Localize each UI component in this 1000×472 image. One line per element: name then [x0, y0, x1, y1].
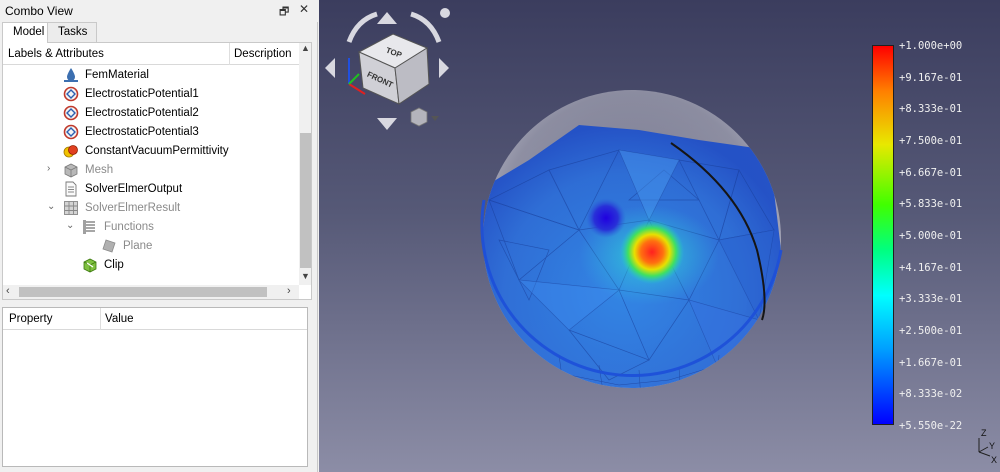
- combo-tabs: Model Tasks: [0, 22, 318, 43]
- permittivity-icon: [63, 145, 78, 158]
- tree-item-electrostatic-potential-1[interactable]: ElectrostaticPotential1: [3, 85, 297, 104]
- collapse-arrow-icon[interactable]: ⌄: [47, 201, 57, 212]
- tree-vertical-scrollbar[interactable]: ▲ ▼: [299, 43, 311, 285]
- tab-tasks[interactable]: Tasks: [47, 22, 97, 42]
- tree-item-label: Clip: [104, 259, 124, 271]
- model-tree: Labels & Attributes Description FemMater…: [2, 42, 312, 300]
- scene: TOP FRONT Z Y X: [325, 8, 997, 465]
- legend-label: +6.667e-01: [899, 166, 963, 179]
- tree-item-label: ElectrostaticPotential2: [85, 107, 199, 119]
- legend-label: +5.000e-01: [899, 230, 963, 242]
- tree-header-description[interactable]: Description: [234, 48, 292, 60]
- tree-header-divider: [229, 43, 230, 65]
- axis-y-label: Y: [989, 441, 995, 451]
- hotspot: [620, 220, 684, 284]
- tree-item-femmaterial[interactable]: FemMaterial: [3, 66, 297, 85]
- scroll-thumb[interactable]: [300, 133, 311, 268]
- rotate-ccw-arc[interactable]: [346, 11, 378, 43]
- tree-item-label: Functions: [104, 221, 154, 233]
- navigation-cube[interactable]: TOP FRONT: [325, 8, 450, 130]
- chevron-down-icon[interactable]: [431, 116, 439, 121]
- combo-view-panel: Combo View 🗗 ✕ Model Tasks Labels & Attr…: [0, 0, 318, 472]
- combo-view-titlebar: Combo View 🗗 ✕: [0, 0, 318, 22]
- close-panel-icon[interactable]: ✕: [299, 2, 309, 16]
- tree-item-label: FemMaterial: [85, 69, 149, 81]
- tree-item-electrostatic-potential-2[interactable]: ElectrostaticPotential2: [3, 104, 297, 123]
- axis-indicator: Z Y X: [978, 428, 997, 465]
- 3d-viewport[interactable]: TOP FRONT Z Y X +1.000e+00 +9.167e-01 +8.3…: [319, 0, 1000, 472]
- legend-label: +9.167e-01: [899, 71, 963, 84]
- legend-label: +1.667e-01: [899, 356, 963, 369]
- arrow-left-icon[interactable]: [325, 58, 335, 78]
- mesh-icon: [64, 163, 78, 178]
- combo-view-title: Combo View: [5, 4, 73, 18]
- scroll-right-icon[interactable]: ›: [287, 285, 291, 297]
- tree-item-functions[interactable]: ⌄ Functions: [3, 218, 297, 237]
- float-panel-icon[interactable]: 🗗: [279, 3, 289, 22]
- tree-item-solver-elmer-output[interactable]: SolverElmerOutput: [3, 180, 297, 199]
- material-icon: [64, 68, 78, 82]
- clip-icon: [83, 258, 97, 273]
- tree-item-electrostatic-potential-3[interactable]: ElectrostaticPotential3: [3, 123, 297, 142]
- electrostatic-potential-icon: [63, 86, 79, 102]
- tree-header-labels[interactable]: Labels & Attributes: [8, 48, 104, 60]
- legend-label: +2.500e-01: [899, 325, 963, 337]
- view-menu-cube-icon[interactable]: [410, 107, 428, 127]
- grid-result-icon: [64, 201, 78, 215]
- legend-label: +7.500e-01: [899, 135, 963, 147]
- axis-z-label: Z: [981, 428, 987, 438]
- tree-item-plane[interactable]: Plane: [3, 237, 297, 256]
- scroll-up-icon[interactable]: ▲: [301, 43, 310, 53]
- tree-item-label: ConstantVacuumPermittivity: [85, 145, 229, 157]
- legend-label: +1.000e+00: [899, 40, 963, 52]
- scroll-down-icon[interactable]: ▼: [301, 271, 310, 281]
- property-editor: Property Value: [2, 307, 308, 467]
- document-icon: [65, 181, 77, 197]
- electrostatic-potential-icon: [63, 124, 79, 140]
- coldspot: [586, 198, 626, 238]
- legend-label: +8.333e-02: [899, 388, 963, 401]
- tree-item-label: ElectrostaticPotential3: [85, 126, 199, 138]
- property-column-header[interactable]: Property: [9, 313, 52, 325]
- legend-label: +3.333e-01: [899, 293, 963, 306]
- legend-label: +8.333e-01: [899, 103, 963, 116]
- tree-item-label: Mesh: [85, 164, 114, 176]
- arrow-up-icon[interactable]: [377, 12, 397, 24]
- view-menu-dot[interactable]: [440, 8, 450, 18]
- collapse-arrow-icon[interactable]: ⌄: [66, 220, 76, 231]
- axis-x-label: X: [991, 455, 997, 465]
- plane-icon: [102, 239, 116, 253]
- rotate-cw-arc[interactable]: [410, 11, 442, 43]
- legend-label: +5.550e-22: [899, 420, 963, 432]
- tree-item-mesh[interactable]: › Mesh: [3, 161, 297, 180]
- legend-label: +5.833e-01: [899, 198, 963, 211]
- arrow-down-icon[interactable]: [377, 118, 397, 130]
- legend-label: +4.167e-01: [899, 261, 963, 274]
- property-header: Property Value: [3, 308, 307, 330]
- value-column-header[interactable]: Value: [105, 313, 134, 325]
- arrow-right-icon[interactable]: [439, 58, 449, 78]
- scroll-left-icon[interactable]: ‹: [6, 285, 10, 297]
- tree-horizontal-scrollbar[interactable]: ‹ ›: [3, 285, 299, 299]
- tree-item-label: Plane: [123, 240, 153, 252]
- tree-item-label: SolverElmerOutput: [85, 183, 183, 195]
- tree-item-constant-vacuum-permittivity[interactable]: ConstantVacuumPermittivity: [3, 142, 297, 161]
- property-header-divider: [100, 308, 101, 330]
- expand-arrow-icon[interactable]: ›: [47, 163, 57, 174]
- tab-model[interactable]: Model: [2, 22, 48, 43]
- electrostatic-potential-icon: [63, 105, 79, 121]
- functions-icon: [83, 220, 95, 234]
- tree-item-clip[interactable]: Clip: [3, 256, 297, 275]
- tree-header: Labels & Attributes Description: [3, 43, 299, 65]
- tree-item-label: SolverElmerResult: [85, 202, 181, 214]
- scroll-thumb[interactable]: [19, 287, 267, 297]
- color-legend-bar: [872, 45, 894, 425]
- tree-item-solver-elmer-result[interactable]: ⌄ SolverElmerResult: [3, 199, 297, 218]
- tree-item-label: ElectrostaticPotential1: [85, 88, 199, 100]
